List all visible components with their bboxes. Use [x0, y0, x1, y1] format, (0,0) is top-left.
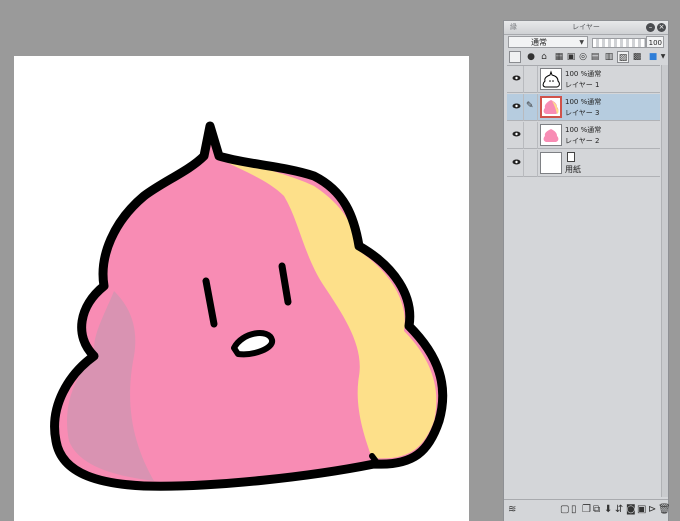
layer-row[interactable]: 100 %通常 レイヤー 1 — [507, 66, 660, 93]
layer-name[interactable]: 用紙 — [565, 164, 581, 175]
divider — [523, 150, 524, 177]
copy-layer-icon[interactable]: ⧉ — [593, 505, 600, 515]
layer-name[interactable]: レイヤー 2 — [565, 136, 599, 146]
eye-icon[interactable] — [512, 103, 521, 109]
eye-icon[interactable] — [512, 75, 521, 81]
paper-icon — [567, 152, 575, 162]
layer-thumbnail — [540, 68, 562, 90]
layer-opacity-mode: 100 %通常 — [565, 70, 602, 78]
layer-thumbnail — [540, 152, 562, 174]
layer-thumbnail — [540, 96, 562, 118]
panel-titlebar[interactable]: 縁 レイヤー – × — [504, 21, 668, 35]
clip-icon[interactable]: ● — [525, 51, 537, 63]
layer-panel: 縁 レイヤー – × 通常 ▼ 100 ● ⌂ ▦ ▣ ◎ ▤ ▥ ▨ ▩ ■ … — [503, 20, 671, 521]
divider — [537, 122, 538, 149]
layer-name[interactable]: レイヤー 1 — [565, 80, 599, 90]
paper-color-icon[interactable] — [509, 51, 521, 63]
layer-stack-icon[interactable]: ≋ — [508, 505, 516, 515]
trash-icon[interactable]: 🗑 — [658, 505, 671, 515]
eye-icon[interactable] — [512, 131, 521, 137]
divider — [523, 122, 524, 149]
divider — [537, 66, 538, 93]
mask-layer-icon[interactable]: ◙ — [626, 505, 636, 515]
mask-icon[interactable]: ◎ — [577, 51, 589, 63]
transfer-icon[interactable]: ⇵ — [615, 505, 623, 515]
opacity-value[interactable]: 100 — [646, 36, 664, 48]
new-folder-icon[interactable]: ❐ — [582, 505, 591, 515]
layer-row-selected[interactable]: ✎ 100 %通常 レイヤー 3 — [507, 94, 660, 121]
pen-icon: ✎ — [526, 101, 534, 111]
layer-opacity-mode: 100 %通常 — [565, 126, 602, 134]
lock-icon[interactable]: ▣ — [565, 51, 577, 63]
chevron-down-icon[interactable]: ▼ — [657, 51, 669, 63]
layer-tool-row: ● ⌂ ▦ ▣ ◎ ▤ ▥ ▨ ▩ ■ ▼ — [507, 51, 665, 65]
reference-icon[interactable]: ⌂ — [538, 51, 550, 63]
blend-row: 通常 ▼ 100 — [508, 36, 664, 50]
layer-row[interactable]: 100 %通常 レイヤー 2 — [507, 122, 660, 149]
layer-thumbnail — [540, 124, 562, 146]
blend-mode-value: 通常 — [531, 38, 547, 47]
clear-icon[interactable]: ⊳ — [648, 505, 656, 515]
layer-row-paper[interactable]: 用紙 — [507, 150, 660, 177]
layer-list: 100 %通常 レイヤー 1 ✎ 100 %通常 レイヤー 3 100 %通常 … — [507, 65, 660, 498]
merge-down-icon[interactable]: ⬇ — [604, 505, 612, 515]
reference-layer-icon[interactable]: ▤ — [589, 51, 601, 63]
new-vector-layer-icon[interactable]: ▯ — [571, 505, 577, 515]
close-icon[interactable]: × — [657, 23, 666, 32]
divider — [537, 150, 538, 177]
blend-mode-select[interactable]: 通常 ▼ — [508, 36, 588, 48]
divider — [523, 66, 524, 93]
opacity-slider[interactable] — [592, 38, 646, 48]
ruler-icon[interactable]: ▥ — [603, 51, 615, 63]
drawing — [50, 121, 448, 491]
canvas-paper[interactable] — [14, 56, 469, 521]
layer-opacity-mode: 100 %通常 — [565, 98, 602, 106]
chevron-down-icon: ▼ — [579, 39, 584, 46]
divider — [523, 94, 524, 121]
divider — [537, 94, 538, 121]
new-raster-layer-icon[interactable]: ▢ — [560, 505, 569, 515]
palette-icon[interactable]: ▩ — [631, 51, 643, 63]
lock-transparent-icon[interactable]: ▦ — [553, 51, 565, 63]
minimize-icon[interactable]: – — [646, 23, 655, 32]
panel-bottom-bar: ≋ ▢ ▯ ❐ ⧉ ⬇ ⇵ ◙ ▣ ⊳ 🗑 — [504, 499, 671, 521]
panel-title: レイヤー — [572, 23, 600, 31]
eye-icon[interactable] — [512, 159, 521, 165]
layer-name[interactable]: レイヤー 3 — [565, 108, 599, 118]
scrollbar[interactable] — [661, 65, 668, 497]
draft-icon[interactable]: ▨ — [617, 51, 629, 63]
canvas-area[interactable] — [0, 0, 500, 521]
apply-mask-icon[interactable]: ▣ — [637, 505, 646, 515]
